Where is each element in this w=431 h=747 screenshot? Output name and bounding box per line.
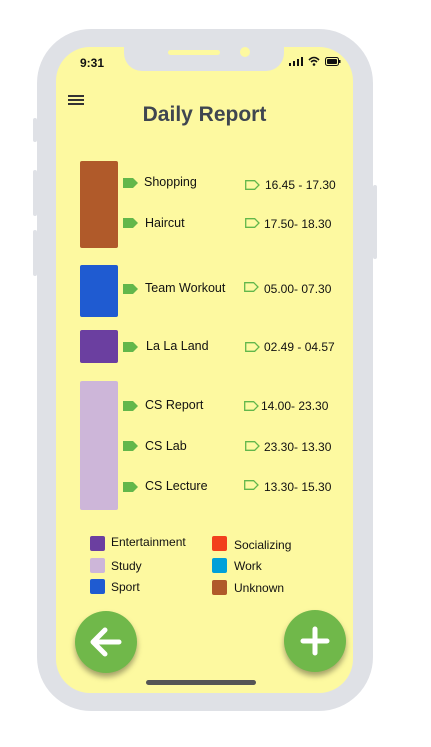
tag-outline-icon [245, 441, 260, 451]
legend-swatch-unknown [212, 580, 227, 595]
activity-label[interactable]: CS Report [145, 398, 203, 412]
tag-icon [123, 441, 138, 451]
side-button-power [373, 185, 377, 259]
activity-time: 17.50- 18.30 [264, 217, 332, 231]
tag-outline-icon [244, 480, 259, 490]
speaker [168, 50, 220, 55]
home-indicator[interactable] [146, 680, 256, 685]
activity-time: 02.49 - 04.57 [264, 340, 335, 354]
page-title: Daily Report [142, 103, 267, 126]
activity-label[interactable]: La La Land [146, 339, 209, 353]
signal-icon [289, 57, 303, 66]
tag-outline-icon [245, 342, 260, 352]
tag-icon [123, 342, 138, 352]
tag-outline-icon [244, 401, 259, 411]
legend-label-socializing: Socializing [234, 538, 292, 552]
activity-time: 13.30- 15.30 [264, 480, 332, 494]
bar-sport[interactable] [80, 265, 118, 317]
tag-icon [123, 401, 138, 411]
activity-time: 16.45 - 17.30 [265, 178, 336, 192]
tag-outline-icon [245, 218, 260, 228]
legend-label-unknown: Unknown [234, 581, 285, 595]
activity-time: 23.30- 13.30 [264, 440, 332, 454]
activity-label[interactable]: Team Workout [145, 281, 225, 295]
status-time: 9:31 [80, 56, 105, 70]
legend-label-study: Study [111, 559, 142, 573]
side-button-mute [33, 118, 37, 142]
activity-label[interactable]: CS Lecture [145, 479, 208, 493]
legend-swatch-socializing [212, 536, 227, 551]
plus-icon [300, 626, 330, 656]
status-icons [289, 56, 341, 66]
legend-swatch-study [90, 558, 105, 573]
bar-study[interactable] [80, 381, 118, 510]
bar-unknown[interactable] [80, 161, 118, 248]
legend-swatch-work [212, 558, 227, 573]
tag-outline-icon [245, 180, 260, 190]
legend-label-entertainment: Entertainment [111, 535, 186, 549]
tag-icon [123, 218, 138, 228]
tag-icon [123, 482, 138, 492]
back-button[interactable] [75, 611, 137, 673]
bar-entertainment[interactable] [80, 330, 118, 363]
notch [124, 47, 284, 71]
activity-time: 05.00- 07.30 [264, 282, 332, 296]
front-camera [240, 47, 250, 57]
add-activity-button[interactable] [284, 610, 346, 672]
legend-swatch-sport [90, 579, 105, 594]
battery-icon [325, 57, 341, 66]
arrow-left-icon [90, 627, 122, 657]
side-button-volume-up [33, 170, 37, 216]
activity-label[interactable]: CS Lab [145, 439, 187, 453]
screen: 9:31 Daily Report Shopping 16.45 - 17.30… [56, 47, 353, 693]
legend-swatch-entertainment [90, 536, 105, 551]
tag-icon [123, 284, 138, 294]
wifi-icon [308, 56, 320, 66]
activity-label[interactable]: Haircut [145, 216, 185, 230]
side-button-volume-down [33, 230, 37, 276]
legend-label-sport: Sport [111, 580, 140, 594]
tag-outline-icon [244, 282, 259, 292]
activity-label[interactable]: Shopping [144, 175, 197, 189]
activity-time: 14.00- 23.30 [261, 399, 329, 413]
legend-label-work: Work [234, 559, 262, 573]
tag-icon [123, 178, 138, 188]
